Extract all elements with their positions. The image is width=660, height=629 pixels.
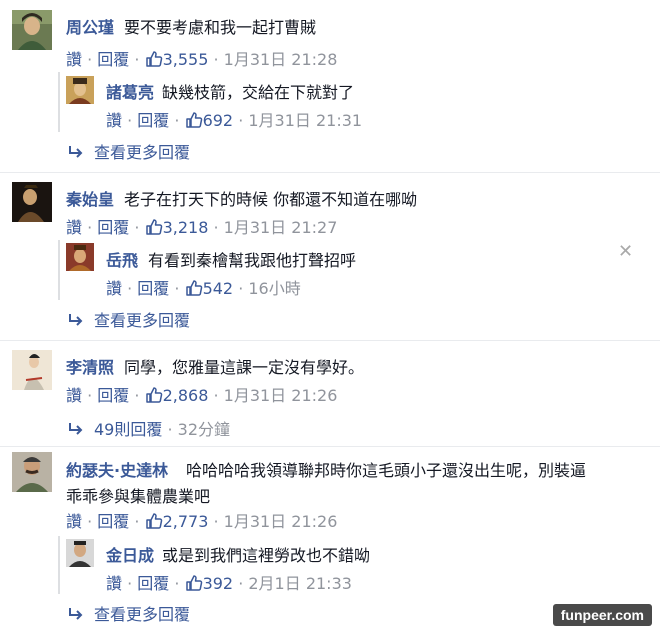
- view-more-replies-link[interactable]: 查看更多回覆: [68, 307, 190, 331]
- comment-actions: 讚 · 回覆 · 3,555 · 1月31日 21:28: [66, 50, 338, 69]
- divider: [0, 340, 660, 341]
- thumbs-up-icon[interactable]: [145, 512, 163, 530]
- like-link[interactable]: 讚: [66, 512, 82, 531]
- comment-actions: 讚 · 回覆 · 692 · 1月31日 21:31: [106, 111, 363, 130]
- reply-thread-line: [58, 72, 60, 132]
- thumbs-up-icon[interactable]: [185, 111, 203, 129]
- view-more-replies-link[interactable]: 49則回覆 · 32分鐘: [68, 416, 230, 440]
- comment-text: 缺幾枝箭，交給在下就對了: [162, 83, 355, 102]
- reply-link[interactable]: 回覆: [97, 50, 129, 69]
- portrait-image: [12, 452, 52, 492]
- divider: [0, 446, 660, 447]
- timestamp[interactable]: 1月31日 21:31: [248, 111, 362, 130]
- like-link[interactable]: 讚: [66, 386, 82, 405]
- portrait-image: [12, 10, 52, 50]
- commenter-name[interactable]: 約瑟夫·史達林: [66, 457, 168, 481]
- comment-text: 同學，您雅量這課一定沒有學好。: [124, 358, 365, 377]
- avatar[interactable]: [66, 76, 94, 104]
- comment-text: 老子在打天下的時候 你都還不知道在哪呦: [124, 190, 418, 209]
- timestamp[interactable]: 1月31日 21:26: [224, 386, 338, 405]
- like-link[interactable]: 讚: [106, 574, 122, 593]
- timestamp[interactable]: 1月31日 21:26: [224, 512, 338, 531]
- thumbs-up-icon[interactable]: [145, 218, 163, 236]
- commenter-name[interactable]: 金日成: [106, 542, 154, 566]
- comment-actions: 讚 · 回覆 · 542 · 16小時: [106, 279, 301, 298]
- thumbs-up-icon[interactable]: [145, 386, 163, 404]
- comment-text: 哈哈哈哈我領導聯邦時你這毛頭小子還沒出生呢，別裝逼: [186, 461, 587, 480]
- reply-link[interactable]: 回覆: [97, 218, 129, 237]
- commenter-name[interactable]: 諸葛亮: [106, 79, 154, 103]
- timestamp[interactable]: 1月31日 21:27: [224, 218, 338, 237]
- like-count[interactable]: 392: [203, 574, 234, 593]
- like-count[interactable]: 2,868: [163, 386, 209, 405]
- close-icon[interactable]: ✕: [618, 241, 633, 262]
- commenter-name[interactable]: 秦始皇: [66, 186, 114, 210]
- like-count[interactable]: 3,555: [163, 50, 209, 69]
- timestamp[interactable]: 16小時: [248, 279, 300, 298]
- reply-arrow-icon: [68, 145, 84, 159]
- watermark: funpeer.com: [552, 604, 652, 626]
- timestamp[interactable]: 2月1日 21:33: [248, 574, 352, 593]
- reply-arrow-icon: [68, 422, 84, 436]
- avatar[interactable]: [12, 452, 52, 492]
- reply-link[interactable]: 回覆: [137, 574, 169, 593]
- avatar[interactable]: [12, 182, 52, 222]
- comment-text-continued: 乖乖參與集體農業吧: [66, 487, 211, 506]
- comment-actions: 讚 · 回覆 · 3,218 · 1月31日 21:27: [66, 218, 338, 237]
- reply-link[interactable]: 回覆: [97, 512, 129, 531]
- reply-arrow-icon: [68, 607, 84, 621]
- commenter-name[interactable]: 周公瑾: [66, 14, 114, 38]
- like-count[interactable]: 542: [203, 279, 234, 298]
- reply-arrow-icon: [68, 313, 84, 327]
- avatar[interactable]: [12, 10, 52, 50]
- reply-link[interactable]: 回覆: [137, 111, 169, 130]
- comment-actions: 讚 · 回覆 · 2,773 · 1月31日 21:26: [66, 512, 338, 531]
- comment-text: 要不要考慮和我一起打曹賊: [124, 18, 317, 37]
- reply-link[interactable]: 回覆: [137, 279, 169, 298]
- commenter-name[interactable]: 岳飛: [106, 247, 138, 271]
- like-count[interactable]: 2,773: [163, 512, 209, 531]
- comment-text: 有看到秦檜幫我跟他打聲招呼: [148, 251, 357, 270]
- avatar[interactable]: [66, 243, 94, 271]
- portrait-image: [66, 76, 94, 104]
- comment-actions: 讚 · 回覆 · 2,868 · 1月31日 21:26: [66, 386, 338, 405]
- thumbs-up-icon[interactable]: [185, 279, 203, 297]
- thumbs-up-icon[interactable]: [185, 574, 203, 592]
- like-link[interactable]: 讚: [66, 218, 82, 237]
- thumbs-up-icon[interactable]: [145, 50, 163, 68]
- like-link[interactable]: 讚: [106, 279, 122, 298]
- comment-text: 或是到我們這裡勞改也不錯呦: [162, 546, 371, 565]
- divider: [0, 172, 660, 173]
- comment-actions: 讚 · 回覆 · 392 · 2月1日 21:33: [106, 574, 352, 593]
- reply-thread-line: [58, 536, 60, 594]
- like-count[interactable]: 692: [203, 111, 234, 130]
- reply-thread-line: [58, 240, 60, 300]
- like-link[interactable]: 讚: [106, 111, 122, 130]
- view-more-replies-link[interactable]: 查看更多回覆: [68, 139, 190, 163]
- portrait-image: [12, 182, 52, 222]
- like-count[interactable]: 3,218: [163, 218, 209, 237]
- avatar[interactable]: [12, 350, 52, 390]
- avatar[interactable]: [66, 539, 94, 567]
- commenter-name[interactable]: 李清照: [66, 354, 114, 378]
- portrait-image: [66, 243, 94, 271]
- like-link[interactable]: 讚: [66, 50, 82, 69]
- reply-link[interactable]: 回覆: [97, 386, 129, 405]
- timestamp[interactable]: 32分鐘: [178, 420, 230, 439]
- view-more-replies-link[interactable]: 查看更多回覆: [68, 601, 190, 625]
- portrait-image: [12, 350, 52, 390]
- timestamp[interactable]: 1月31日 21:28: [224, 50, 338, 69]
- portrait-image: [66, 539, 94, 567]
